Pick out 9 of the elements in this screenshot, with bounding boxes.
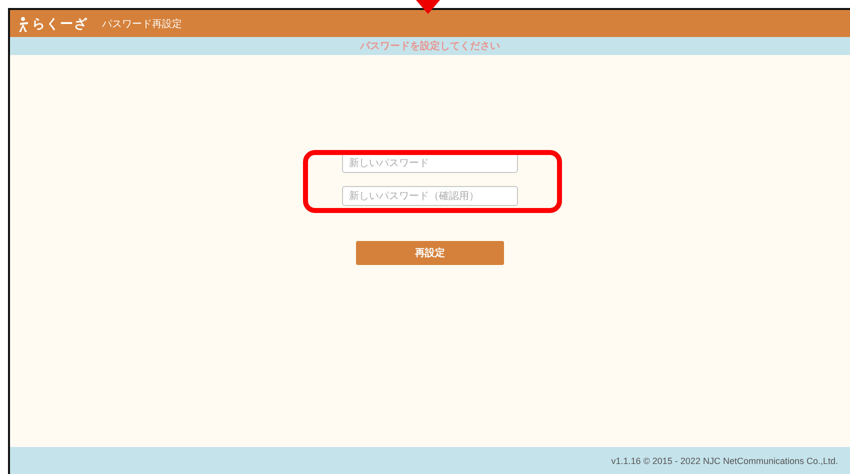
logo-text: らくーざ: [32, 16, 88, 32]
reset-button[interactable]: 再設定: [356, 241, 504, 265]
arrow-icon: [416, 0, 440, 14]
password-field[interactable]: 新しいパスワード（確認用）: [342, 186, 518, 206]
password-field[interactable]: 新しいパスワード: [342, 153, 518, 173]
copyright-text: v1.1.16 © 2015 - 2022 NJC NetCommunications Co.,Ltd.: [611, 456, 838, 466]
instruction-text: パスワードを設定してください: [360, 39, 500, 53]
figure-icon: [18, 16, 30, 32]
page-title: パスワード再設定: [102, 18, 182, 30]
